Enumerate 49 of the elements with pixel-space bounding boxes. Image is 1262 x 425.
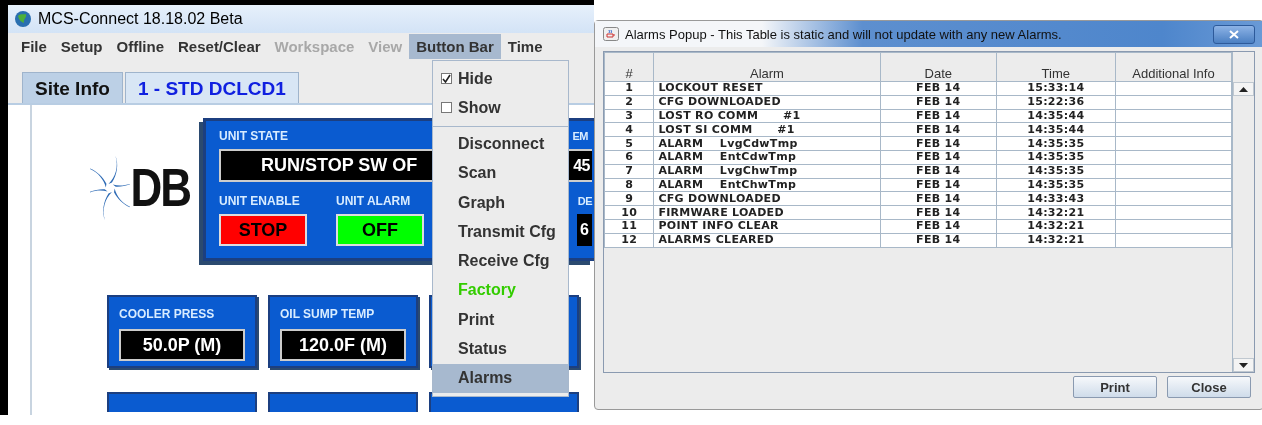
menu-option[interactable]: Graph bbox=[433, 188, 568, 218]
menu-option[interactable]: Hide bbox=[433, 64, 568, 94]
scroll-up-icon[interactable] bbox=[1233, 82, 1254, 96]
column-header: # bbox=[604, 52, 654, 82]
menu-option[interactable]: Scan bbox=[433, 158, 568, 189]
column-header: Date bbox=[880, 52, 997, 82]
tab[interactable]: Site Info bbox=[22, 72, 123, 103]
status-indicator: OFF bbox=[336, 214, 424, 246]
close-button[interactable]: Close bbox=[1167, 376, 1251, 398]
menu-option[interactable]: Alarms bbox=[433, 363, 568, 393]
menu-option[interactable]: Receive Cfg bbox=[433, 246, 568, 276]
status-label: UNIT ALARM bbox=[336, 194, 412, 208]
column-header: Alarm bbox=[653, 52, 881, 82]
close-button[interactable] bbox=[1213, 24, 1255, 44]
tile-label: COOLER PRESS bbox=[119, 307, 216, 321]
menu-option[interactable]: Transmit Cfg bbox=[433, 217, 568, 247]
state-text: 45 bbox=[573, 156, 591, 175]
panel-label: EM bbox=[572, 130, 588, 142]
panel-label: UNIT STATE bbox=[219, 129, 288, 143]
checkbox[interactable] bbox=[441, 102, 452, 114]
tile-value: 120.0F (M) bbox=[280, 329, 406, 361]
menu-item[interactable]: Offline bbox=[109, 34, 171, 59]
menu-item[interactable]: Button Bar bbox=[409, 34, 501, 59]
menu-option[interactable]: Disconnect bbox=[433, 129, 568, 159]
menu-item[interactable]: Reset/Clear bbox=[171, 34, 268, 59]
status-indicator: STOP bbox=[219, 214, 307, 246]
menu-option[interactable]: Print bbox=[433, 305, 568, 335]
checkbox-checked[interactable] bbox=[441, 73, 452, 85]
menu-item[interactable]: File bbox=[14, 34, 54, 59]
globe-icon bbox=[14, 10, 32, 28]
tile-label: OIL SUMP TEMP bbox=[280, 307, 376, 321]
logo-text: DB bbox=[130, 158, 190, 218]
window-title: MCS-Connect 18.18.02 Beta bbox=[38, 10, 243, 28]
print-button[interactable]: Print bbox=[1073, 376, 1157, 398]
status-label: DE bbox=[577, 195, 592, 207]
menu-option[interactable]: Status bbox=[433, 334, 568, 364]
menu-item[interactable]: Time bbox=[500, 34, 550, 59]
tab[interactable]: 1 - STD DCLCD1 bbox=[124, 72, 299, 103]
close-icon bbox=[1229, 29, 1239, 39]
dialog-title: Alarms Popup - This Table is static and will not update with any new Alarms. bbox=[625, 26, 1063, 42]
column-header: Time bbox=[996, 52, 1116, 82]
tile-value: 50.0P (M) bbox=[119, 329, 245, 361]
menu-option[interactable]: Show bbox=[433, 93, 568, 123]
column-header: Additional Info bbox=[1115, 52, 1232, 82]
state-text: RUN/STOP SW OF bbox=[261, 155, 418, 176]
scroll-down-icon[interactable] bbox=[1233, 358, 1254, 372]
menu-item[interactable]: Setup bbox=[53, 34, 110, 59]
status-label: UNIT ENABLE bbox=[219, 194, 301, 208]
value-display: 6 bbox=[577, 214, 592, 246]
